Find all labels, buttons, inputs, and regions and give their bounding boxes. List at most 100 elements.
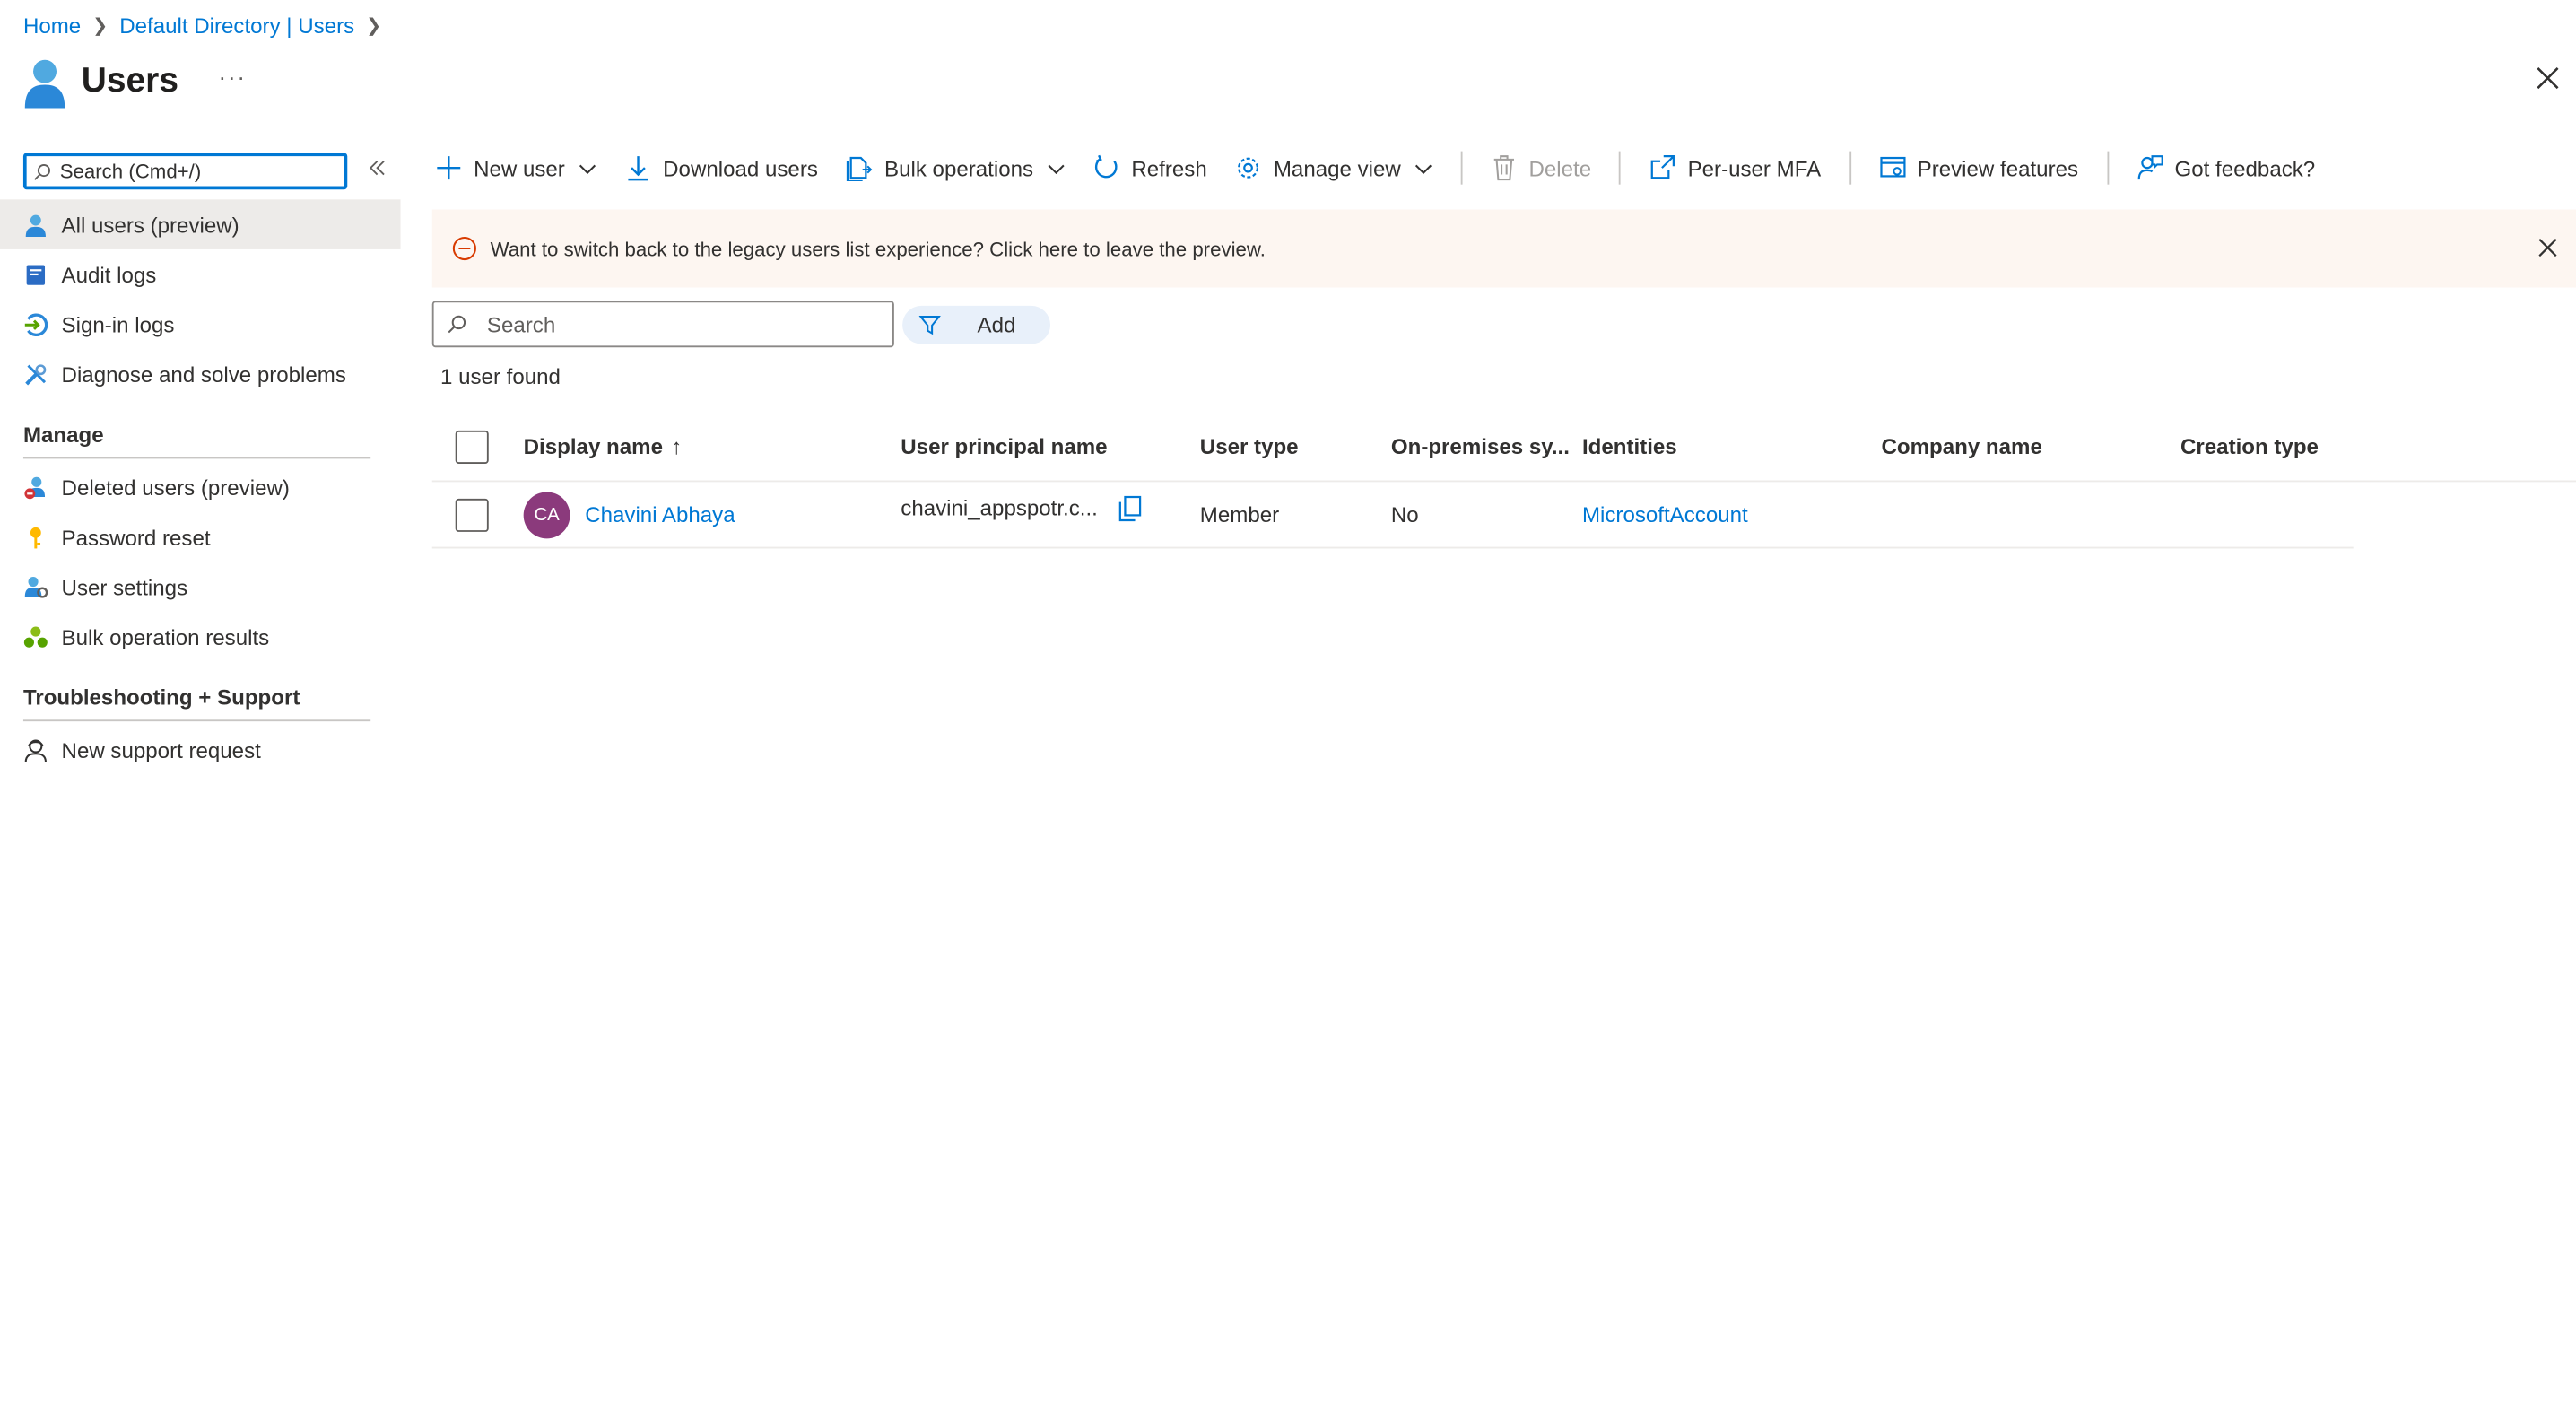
close-icon[interactable] bbox=[2537, 236, 2560, 259]
sidebar-item-sign-in-logs[interactable]: Sign-in logs bbox=[0, 300, 401, 350]
add-filter-button[interactable]: Add bbox=[902, 305, 1051, 344]
manage-view-label: Manage view bbox=[1273, 155, 1401, 181]
sidebar-item-deleted-users[interactable]: Deleted users (preview) bbox=[0, 462, 401, 512]
sidebar-item-label: Password reset bbox=[61, 524, 211, 550]
page-header: Users ··· bbox=[23, 53, 247, 109]
gear-icon bbox=[1238, 157, 1259, 179]
sidebar-item-new-support-request[interactable]: New support request bbox=[0, 725, 401, 775]
more-options-button[interactable]: ··· bbox=[218, 63, 246, 90]
sidebar-item-label: Sign-in logs bbox=[61, 311, 175, 337]
breadcrumb: Home ❯ Default Directory | Users ❯ bbox=[23, 13, 393, 39]
sidebar-item-label: Bulk operation results bbox=[61, 623, 270, 649]
sidebar-item-label: Diagnose and solve problems bbox=[61, 362, 346, 387]
deleted-user-icon bbox=[23, 475, 48, 500]
search-icon bbox=[448, 315, 466, 334]
key-icon bbox=[23, 525, 48, 550]
user-search-input[interactable] bbox=[486, 311, 870, 337]
user-type-cell: Member bbox=[1199, 501, 1280, 527]
got-feedback-button[interactable]: Got feedback? bbox=[2137, 154, 2315, 181]
column-identities[interactable]: Identities bbox=[1582, 434, 1677, 459]
search-icon bbox=[34, 163, 50, 180]
sidebar-search-input[interactable] bbox=[59, 159, 326, 183]
per-user-mfa-label: Per-user MFA bbox=[1687, 155, 1822, 181]
sidebar-item-diagnose[interactable]: Diagnose and solve problems bbox=[0, 349, 401, 399]
identities-link[interactable]: MicrosoftAccount bbox=[1582, 502, 1748, 527]
sidebar-item-user-settings[interactable]: User settings bbox=[0, 562, 401, 612]
new-user-button[interactable]: New user bbox=[435, 154, 596, 181]
external-link-icon bbox=[1651, 155, 1675, 179]
avatar: CA bbox=[523, 491, 570, 538]
column-user-type[interactable]: User type bbox=[1200, 434, 1299, 459]
column-creation-type[interactable]: Creation type bbox=[2180, 434, 2319, 459]
toolbar-divider bbox=[1460, 151, 1463, 185]
chevron-down-icon bbox=[1414, 163, 1432, 174]
sidebar-item-label: Audit logs bbox=[61, 261, 157, 287]
banner-text: Want to switch back to the legacy users … bbox=[490, 237, 1266, 260]
users-blade: Home ❯ Default Directory | Users ❯ Users… bbox=[0, 0, 2576, 1403]
wrench-icon bbox=[23, 362, 48, 387]
download-users-label: Download users bbox=[663, 155, 818, 181]
sidebar-nav: All users (preview) Audit logs Sign-in l… bbox=[0, 199, 401, 774]
refresh-button[interactable]: Refresh bbox=[1093, 154, 1207, 181]
bulk-results-icon bbox=[23, 624, 48, 649]
download-users-button[interactable]: Download users bbox=[625, 154, 818, 181]
users-icon bbox=[24, 59, 65, 109]
column-upn[interactable]: User principal name bbox=[901, 434, 1107, 459]
row-select-cell bbox=[455, 497, 489, 532]
on-premises-sync-cell: No bbox=[1390, 501, 1419, 527]
toolbar-divider bbox=[1849, 151, 1851, 185]
user-display-name-link[interactable]: Chavini Abhaya bbox=[585, 502, 735, 527]
legacy-experience-banner[interactable]: Want to switch back to the legacy users … bbox=[431, 209, 2576, 288]
bulk-operations-label: Bulk operations bbox=[884, 155, 1034, 181]
select-all-checkbox[interactable] bbox=[455, 429, 489, 464]
sidebar-item-all-users[interactable]: All users (preview) bbox=[0, 199, 401, 249]
audit-log-icon bbox=[23, 262, 48, 287]
breadcrumb-home[interactable]: Home bbox=[23, 13, 81, 39]
sidebar-item-label: New support request bbox=[61, 736, 261, 762]
sidebar-item-audit-logs[interactable]: Audit logs bbox=[0, 249, 401, 300]
sign-in-icon bbox=[23, 311, 48, 336]
per-user-mfa-button[interactable]: Per-user MFA bbox=[1649, 154, 1821, 181]
upn-cell: chavini_appspotr.c... bbox=[901, 494, 1141, 521]
refresh-icon bbox=[1094, 154, 1118, 179]
column-display-name[interactable]: Display name ↑ bbox=[524, 434, 683, 459]
column-company-name[interactable]: Company name bbox=[1881, 434, 2041, 459]
close-icon[interactable] bbox=[2533, 63, 2563, 92]
user-icon bbox=[23, 212, 48, 237]
collapse-sidebar-icon[interactable] bbox=[367, 158, 387, 178]
section-troubleshooting: Troubleshooting + Support bbox=[22, 661, 371, 722]
preview-features-label: Preview features bbox=[1917, 155, 2079, 181]
copy-icon[interactable] bbox=[1118, 494, 1141, 521]
support-person-icon bbox=[23, 737, 48, 762]
command-bar: New user Download users Bulk operations … bbox=[435, 146, 2343, 189]
chevron-right-icon: ❯ bbox=[92, 16, 109, 37]
download-icon bbox=[628, 156, 648, 181]
bulk-operations-button[interactable]: Bulk operations bbox=[846, 154, 1065, 181]
chevron-down-icon bbox=[1048, 163, 1065, 174]
column-on-premises-sync[interactable]: On-premises sy... bbox=[1391, 434, 1570, 459]
section-manage: Manage bbox=[22, 399, 371, 459]
row-checkbox[interactable] bbox=[455, 497, 489, 532]
breadcrumb-directory[interactable]: Default Directory | Users bbox=[119, 13, 354, 39]
user-settings-icon bbox=[23, 574, 48, 599]
table-row[interactable]: CA Chavini Abhaya chavini_appspotr.c... … bbox=[431, 482, 2354, 549]
toolbar-divider bbox=[1619, 151, 1622, 185]
toolbar-divider bbox=[2106, 151, 2109, 185]
sidebar-item-label: Deleted users (preview) bbox=[61, 475, 290, 500]
sort-ascending-icon: ↑ bbox=[671, 433, 683, 459]
preview-features-button[interactable]: Preview features bbox=[1879, 154, 2078, 181]
chevron-down-icon bbox=[579, 163, 596, 174]
user-search-box[interactable] bbox=[431, 301, 894, 348]
users-table: Display name ↑ User principal name User … bbox=[431, 413, 2576, 549]
sidebar-item-bulk-results[interactable]: Bulk operation results bbox=[0, 612, 401, 662]
add-filter-label: Add bbox=[977, 312, 1016, 338]
sidebar-search[interactable] bbox=[22, 152, 348, 190]
new-user-label: New user bbox=[474, 155, 565, 181]
filter-icon bbox=[918, 315, 941, 336]
manage-view-button[interactable]: Manage view bbox=[1235, 154, 1432, 181]
column-label: Display name bbox=[523, 433, 663, 459]
bulk-operations-icon bbox=[847, 156, 873, 181]
sidebar-item-password-reset[interactable]: Password reset bbox=[0, 512, 401, 562]
got-feedback-label: Got feedback? bbox=[2174, 155, 2316, 181]
delete-button[interactable]: Delete bbox=[1491, 154, 1591, 181]
